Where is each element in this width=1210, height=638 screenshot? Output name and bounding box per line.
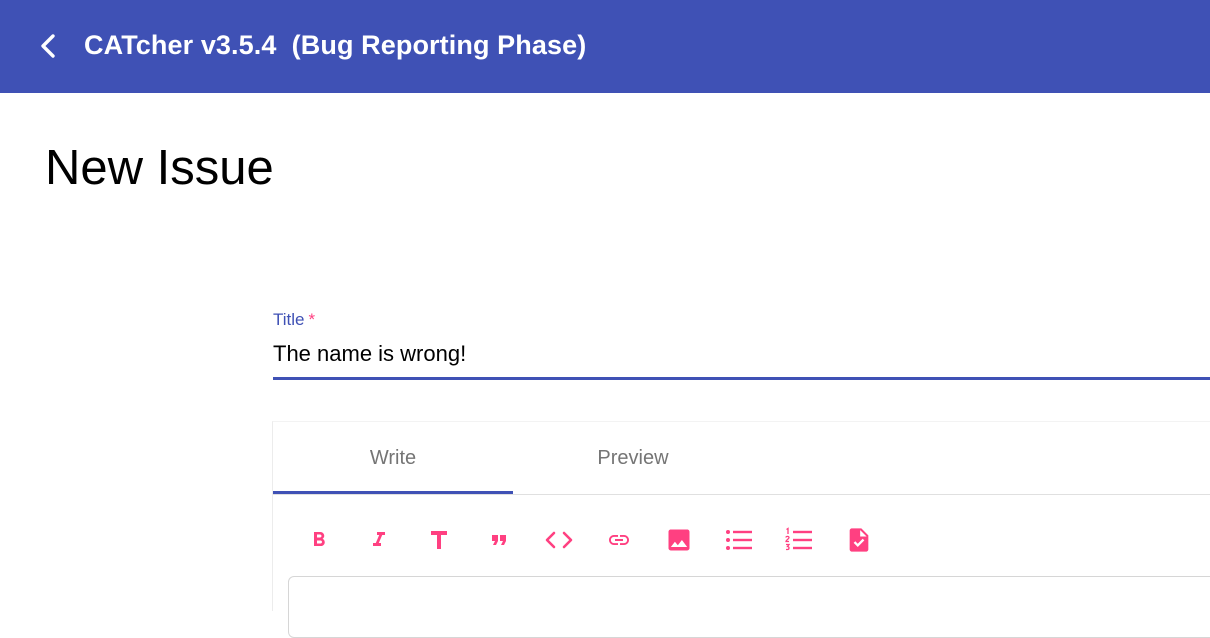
quote-icon: [492, 535, 506, 545]
bold-icon: [314, 532, 325, 546]
app-title: CATcher v3.5.4 (Bug Reporting Phase): [84, 30, 587, 60]
numbered-list-icon: [785, 527, 812, 551]
bulleted-list-icon: [726, 530, 752, 550]
quote-button[interactable]: [477, 518, 521, 562]
image-button[interactable]: [657, 518, 701, 562]
title-label: Title *: [273, 308, 315, 332]
bold-button[interactable]: [297, 518, 341, 562]
required-marker: *: [308, 310, 316, 329]
image-icon: [668, 529, 690, 551]
title-field: Title *: [273, 304, 1210, 380]
code-button[interactable]: [537, 518, 581, 562]
tab-preview[interactable]: Preview: [513, 422, 753, 494]
bulleted-list-button[interactable]: [717, 518, 761, 562]
back-button[interactable]: [26, 24, 70, 68]
code-icon: [545, 531, 573, 549]
title-input[interactable]: [273, 338, 1203, 370]
task-list-icon: [849, 528, 869, 552]
italic-icon: [373, 532, 385, 546]
chevron-left-icon: [41, 34, 55, 58]
link-icon: [609, 535, 629, 545]
page-title: New Issue: [45, 141, 274, 195]
numbered-list-button[interactable]: [777, 518, 821, 562]
heading-button[interactable]: [417, 518, 461, 562]
active-tab-indicator: [273, 491, 513, 494]
editor-tabs: Write Preview: [273, 422, 1210, 495]
description-editor: Write Preview: [272, 421, 1210, 638]
description-textarea[interactable]: [288, 576, 1210, 638]
title-underline: [273, 377, 1210, 380]
title-label-text: Title: [273, 310, 305, 329]
link-button[interactable]: [597, 518, 641, 562]
app-bar: CATcher v3.5.4 (Bug Reporting Phase): [0, 0, 1210, 93]
heading-icon: [431, 531, 447, 549]
task-list-button[interactable]: [837, 518, 881, 562]
tab-write[interactable]: Write: [273, 422, 513, 494]
italic-button[interactable]: [357, 518, 401, 562]
